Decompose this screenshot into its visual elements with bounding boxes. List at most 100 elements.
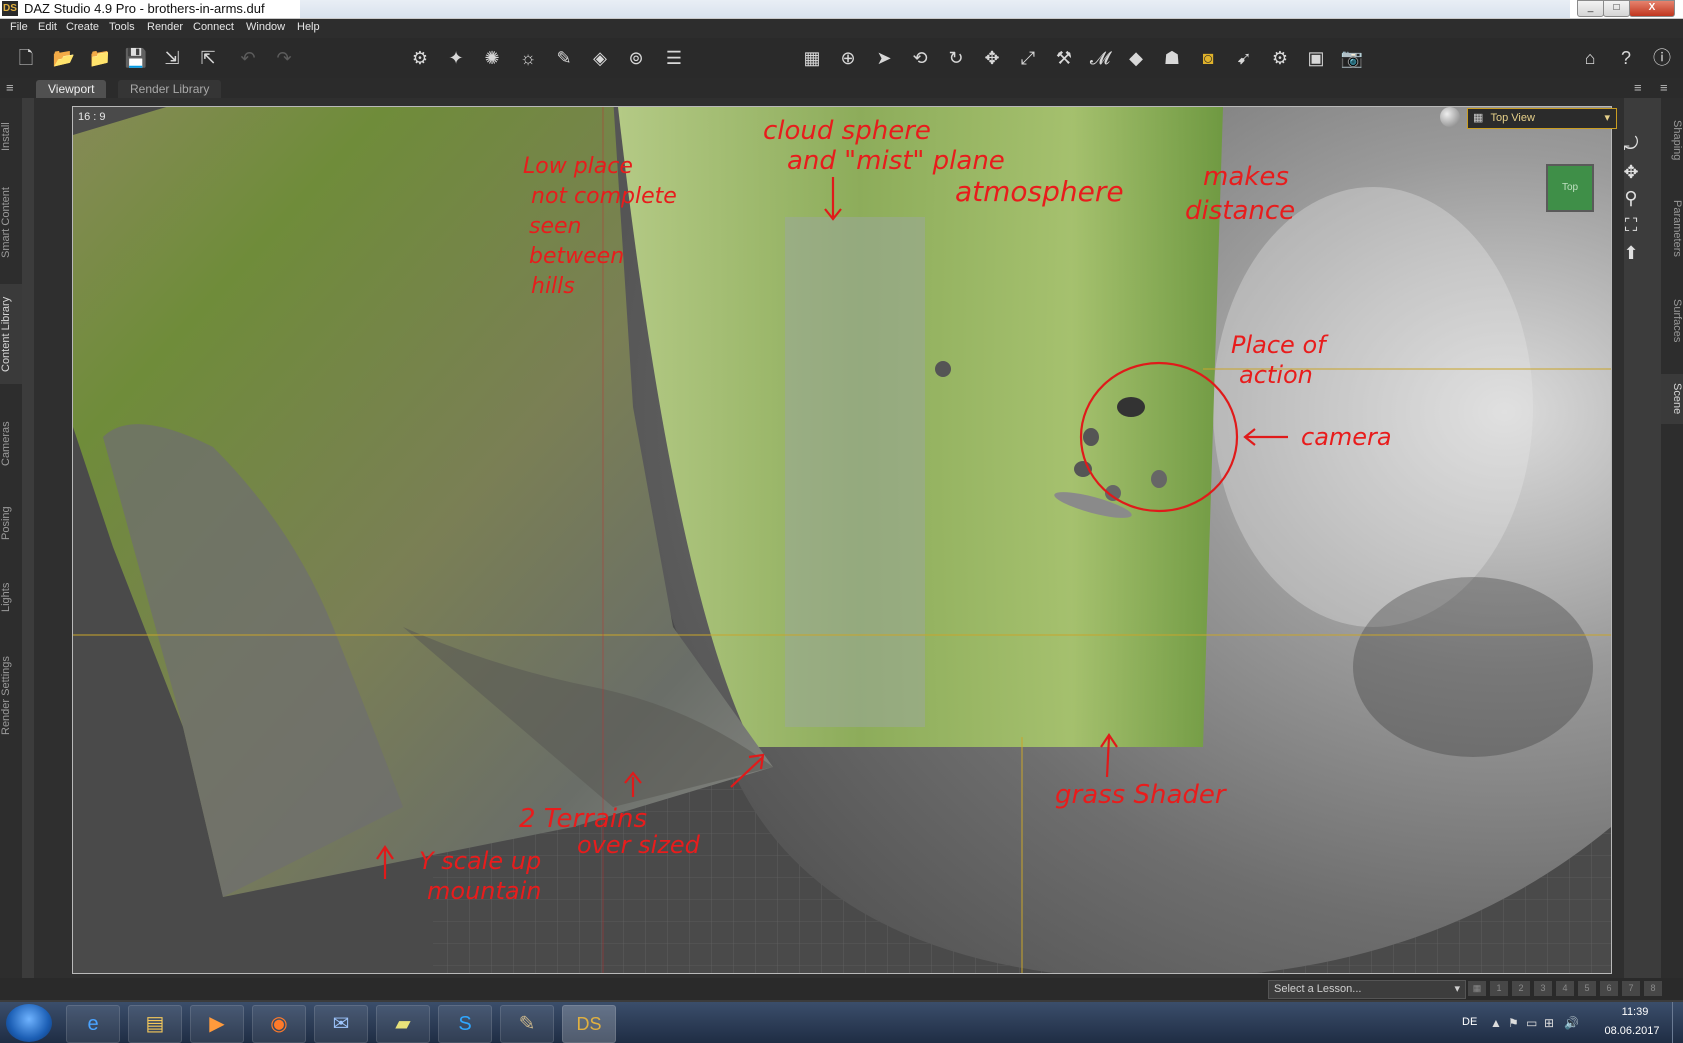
file-explorer-icon[interactable]: ▤	[128, 1005, 182, 1043]
grid-toggle-icon[interactable]: ▦	[800, 46, 824, 70]
viewport-menu-icon[interactable]: ≡	[1634, 80, 1642, 95]
view-cube[interactable]: Top	[1546, 164, 1594, 212]
sticky-notes-icon[interactable]: ▰	[376, 1005, 430, 1043]
pane-menu-icon[interactable]: ≡	[6, 80, 14, 95]
draw-style-icon[interactable]	[1440, 107, 1460, 127]
figure-tool-icon[interactable]: ☗	[1160, 46, 1184, 70]
volume-icon[interactable]: 🔊	[1564, 1016, 1579, 1030]
home-icon[interactable]: ⌂	[1578, 46, 1602, 70]
view-select-dropdown[interactable]: ▦ Top View ▾	[1467, 108, 1617, 129]
rotate-tool-icon[interactable]: ↻	[944, 46, 968, 70]
network-icon[interactable]: ⊞	[1544, 1016, 1554, 1030]
lesson-step[interactable]: 6	[1600, 981, 1618, 996]
lesson-step[interactable]: 7	[1622, 981, 1640, 996]
lesson-select[interactable]: Select a Lesson... ▾	[1268, 980, 1466, 999]
sidetab-scene[interactable]: Scene	[1661, 374, 1683, 424]
sidetab-surfaces[interactable]: Surfaces	[1661, 288, 1683, 354]
show-desktop-button[interactable]	[1672, 1002, 1683, 1043]
scale-tool-icon[interactable]: ⤢	[1016, 46, 1040, 70]
spotlight-tool-icon[interactable]: ✦	[444, 46, 468, 70]
whats-this-help-icon[interactable]: ?	[1614, 46, 1638, 70]
sidetab-lights[interactable]: Lights	[0, 574, 22, 620]
menu-file[interactable]: File	[10, 21, 28, 33]
merge-file-icon[interactable]: 📁	[88, 46, 112, 70]
close-button[interactable]: X	[1629, 0, 1675, 17]
action-center-flag-icon[interactable]: ⚑	[1508, 1016, 1519, 1030]
zoom-camera-icon[interactable]: ⚲	[1620, 187, 1642, 209]
rotate-select-icon[interactable]: ⟲	[908, 46, 932, 70]
spotrender-icon[interactable]: ➹	[1232, 46, 1256, 70]
menu-render[interactable]: Render	[147, 21, 183, 33]
lesson-step[interactable]: 4	[1556, 981, 1574, 996]
lesson-step[interactable]: 1	[1490, 981, 1508, 996]
right-pane-menu-icon[interactable]: ≡	[1660, 80, 1668, 95]
lesson-step[interactable]: 2	[1512, 981, 1530, 996]
pan-camera-icon[interactable]: ✥	[1620, 161, 1642, 183]
orbit-camera-icon[interactable]: ⤾	[1620, 133, 1642, 155]
export-icon[interactable]: ⇱	[196, 46, 220, 70]
import-icon[interactable]: ⇲	[160, 46, 184, 70]
sidetab-cameras[interactable]: Cameras	[0, 414, 22, 474]
skype-icon[interactable]: S	[438, 1005, 492, 1043]
distant-light-icon[interactable]: ✺	[480, 46, 504, 70]
redo-icon[interactable]: ↷	[272, 46, 296, 70]
menu-create[interactable]: Create	[66, 21, 99, 33]
menu-tools[interactable]: Tools	[109, 21, 135, 33]
maximize-button[interactable]: □	[1603, 0, 1630, 17]
save-icon[interactable]: 💾	[124, 46, 148, 70]
universal-tool-icon[interactable]: ⊕	[836, 46, 860, 70]
clock-time[interactable]: 11:39	[1605, 1006, 1665, 1018]
sidetab-content-library[interactable]: Content Library	[0, 284, 22, 384]
reset-camera-icon[interactable]: ⬆	[1620, 242, 1642, 264]
sidetab-shaping[interactable]: Shaping	[1661, 110, 1683, 170]
node-tool-icon[interactable]: ⚙	[408, 46, 432, 70]
render-settings-icon[interactable]: ⚙	[1268, 46, 1292, 70]
lesson-grid-icon[interactable]: ▦	[1468, 981, 1486, 996]
point-light-icon[interactable]: ☼	[516, 46, 540, 70]
sidetab-posing[interactable]: Posing	[0, 498, 22, 548]
firefox-icon[interactable]: ◉	[252, 1005, 306, 1043]
render-tool-icon[interactable]: ✎	[552, 46, 576, 70]
geometry-editor-icon[interactable]: ◆	[1124, 46, 1148, 70]
align-tool-icon[interactable]: ☰	[662, 46, 686, 70]
sidetab-smart-content[interactable]: Smart Content	[0, 180, 22, 266]
joint-editor-icon[interactable]: ⚒	[1052, 46, 1076, 70]
start-button[interactable]	[6, 1004, 52, 1042]
minimize-button[interactable]: _	[1577, 0, 1604, 17]
menu-connect[interactable]: Connect	[193, 21, 234, 33]
sidetab-parameters[interactable]: Parameters	[1661, 188, 1683, 268]
lesson-step[interactable]: 5	[1578, 981, 1596, 996]
show-hidden-icons-icon[interactable]: ▲	[1490, 1016, 1502, 1030]
open-file-icon[interactable]: 📂	[52, 46, 76, 70]
media-player-icon[interactable]: ▶	[190, 1005, 244, 1043]
clock-date[interactable]: 08.06.2017	[1597, 1025, 1667, 1037]
camera-snapshot-icon[interactable]: 📷	[1340, 46, 1364, 70]
language-indicator[interactable]: DE	[1462, 1016, 1477, 1028]
internet-explorer-icon[interactable]: e	[66, 1005, 120, 1043]
sidetab-install[interactable]: Install	[0, 112, 22, 162]
lesson-step[interactable]: 3	[1534, 981, 1552, 996]
translate-tool-icon[interactable]: ✥	[980, 46, 1004, 70]
tab-viewport[interactable]: Viewport	[36, 80, 107, 98]
new-file-icon[interactable]: 🗋	[14, 46, 38, 70]
3d-viewport[interactable]: Low place not complete seen between hill…	[72, 106, 1612, 974]
display-icon[interactable]: ▭	[1526, 1016, 1537, 1030]
render-icon[interactable]: ▣	[1304, 46, 1328, 70]
menu-window[interactable]: Window	[246, 21, 285, 33]
menu-edit[interactable]: Edit	[38, 21, 57, 33]
daz-studio-taskbar-icon[interactable]: DS	[562, 1005, 616, 1043]
menu-help[interactable]: Help	[297, 21, 320, 33]
sidetab-render-settings[interactable]: Render Settings	[0, 646, 22, 746]
aux-tool-icon[interactable]: ⊚	[624, 46, 648, 70]
active-pose-icon[interactable]: ◙	[1196, 46, 1220, 70]
tab-render-library[interactable]: Render Library	[118, 80, 222, 98]
gimp-icon[interactable]: ✎	[500, 1005, 554, 1043]
thunderbird-icon[interactable]: ✉	[314, 1005, 368, 1043]
lesson-step[interactable]: 8	[1644, 981, 1662, 996]
help-icon[interactable]: ⓘ	[1650, 46, 1674, 70]
undo-icon[interactable]: ↶	[236, 46, 260, 70]
select-tool-icon[interactable]: ➤	[872, 46, 896, 70]
camera-create-icon[interactable]: ◈	[588, 46, 612, 70]
surface-selection-icon[interactable]: 𝓜	[1088, 46, 1112, 70]
frame-camera-icon[interactable]: ⛶	[1620, 214, 1642, 236]
